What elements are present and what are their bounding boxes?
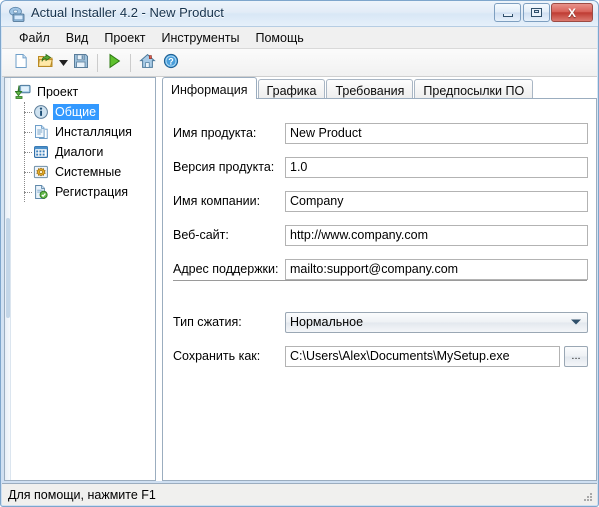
- resize-grip-icon[interactable]: [582, 491, 594, 503]
- save-project-icon: [73, 53, 89, 72]
- menu-bar: Файл Вид Проект Инструменты Помощь: [2, 27, 597, 49]
- tree-node-general-label: Общие: [53, 104, 100, 120]
- open-project-icon: [37, 53, 54, 72]
- menu-project[interactable]: Проект: [96, 28, 153, 48]
- product-version-input[interactable]: [285, 156, 588, 178]
- system-gear-icon: [33, 164, 49, 180]
- project-tree: Проект Общие Инсталляция Диалоги Системн…: [13, 82, 155, 202]
- build-run-button[interactable]: [102, 51, 126, 75]
- tree-node-system-label: Системные: [55, 165, 122, 179]
- field-row-product-version: Версия продукта:: [173, 156, 588, 178]
- application-window: Actual Installer 4.2 - New Product X Фай…: [0, 0, 599, 507]
- maximize-button[interactable]: [523, 3, 550, 22]
- new-project-icon: [13, 53, 29, 72]
- field-row-compression: Тип сжатия: Нормальное: [173, 311, 588, 333]
- close-icon: X: [567, 5, 576, 20]
- build-run-icon: [107, 53, 121, 72]
- toolbar-separator-2: [130, 53, 131, 72]
- title-bar: Actual Installer 4.2 - New Product X: [1, 1, 598, 27]
- tab-information[interactable]: Информация: [162, 77, 257, 99]
- field-row-support: Адрес поддержки:: [173, 258, 588, 280]
- product-version-label: Версия продукта:: [173, 160, 275, 174]
- status-text: Для помощи, нажмите F1: [8, 487, 156, 502]
- tree-node-system[interactable]: Системные: [13, 162, 155, 182]
- compression-select-value: Нормальное: [290, 315, 364, 329]
- document-icon: [33, 124, 49, 140]
- tree-scrollbar[interactable]: [5, 78, 11, 480]
- support-label: Адрес поддержки:: [173, 262, 279, 276]
- open-project-button[interactable]: [33, 51, 57, 75]
- installer-disc-icon: [8, 5, 26, 23]
- home-icon: [138, 53, 156, 72]
- support-input[interactable]: [285, 258, 588, 280]
- tree-node-installation[interactable]: Инсталляция: [13, 122, 155, 142]
- website-input[interactable]: [285, 224, 588, 246]
- company-name-input[interactable]: [285, 190, 588, 212]
- tree-node-project-label: Проект: [37, 85, 79, 99]
- tab-page-information: Имя продукта: Версия продукта: Имя компа…: [162, 98, 597, 481]
- product-name-label: Имя продукта:: [173, 126, 257, 140]
- field-row-website: Веб-сайт:: [173, 224, 588, 246]
- status-bar: Для помощи, нажмите F1: [2, 483, 597, 505]
- tab-prerequisites[interactable]: Предпосылки ПО: [414, 79, 534, 99]
- toolbar-separator-1: [97, 53, 98, 72]
- close-button[interactable]: X: [551, 3, 593, 22]
- tree-node-registration[interactable]: Регистрация: [13, 182, 155, 202]
- website-label: Веб-сайт:: [173, 228, 229, 242]
- tree-node-project[interactable]: Проект: [13, 82, 155, 102]
- compression-select[interactable]: Нормальное: [285, 311, 588, 333]
- save-project-button[interactable]: [69, 51, 93, 75]
- client-area: Проект Общие Инсталляция Диалоги Системн…: [4, 77, 597, 481]
- open-dropdown-arrow-icon[interactable]: [57, 51, 69, 75]
- home-button[interactable]: [135, 51, 159, 75]
- menu-file[interactable]: Файл: [11, 28, 58, 48]
- help-icon: ?: [163, 53, 179, 72]
- form-separator: [173, 280, 587, 281]
- minimize-button[interactable]: [494, 3, 521, 22]
- registration-icon: [33, 184, 49, 200]
- dialogs-grid-icon: [33, 144, 49, 160]
- compression-label: Тип сжатия:: [173, 315, 242, 329]
- window-title: Actual Installer 4.2 - New Product: [31, 5, 224, 20]
- tab-strip: Информация Графика Требования Предпосылк…: [162, 77, 597, 99]
- tree-scrollbar-thumb[interactable]: [6, 218, 10, 318]
- browse-button[interactable]: ...: [564, 345, 588, 367]
- toolbar: ?: [2, 49, 597, 77]
- product-name-input[interactable]: [285, 122, 588, 144]
- field-row-company-name: Имя компании:: [173, 190, 588, 212]
- tree-node-installation-label: Инсталляция: [55, 125, 132, 139]
- save-as-label: Сохранить как:: [173, 349, 261, 363]
- menu-tools[interactable]: Инструменты: [154, 28, 248, 48]
- menu-help[interactable]: Помощь: [248, 28, 312, 48]
- tree-node-registration-label: Регистрация: [55, 185, 129, 199]
- info-icon: [33, 104, 49, 120]
- details-panel: Информация Графика Требования Предпосылк…: [162, 77, 597, 481]
- chevron-down-icon: [571, 319, 581, 325]
- help-button[interactable]: ?: [159, 51, 183, 75]
- field-row-product-name: Имя продукта:: [173, 122, 588, 144]
- project-download-icon: [15, 84, 31, 100]
- save-as-input[interactable]: [285, 345, 560, 367]
- tree-node-general[interactable]: Общие: [13, 102, 155, 122]
- tree-node-dialogs-label: Диалоги: [55, 145, 104, 159]
- svg-text:?: ?: [168, 57, 174, 67]
- project-tree-panel: Проект Общие Инсталляция Диалоги Системн…: [4, 77, 156, 481]
- tab-requirements[interactable]: Требования: [326, 79, 414, 99]
- field-row-save-as: Сохранить как: ...: [173, 345, 588, 367]
- tab-graphics[interactable]: Графика: [257, 79, 326, 99]
- new-project-button[interactable]: [9, 51, 33, 75]
- menu-view[interactable]: Вид: [58, 28, 97, 48]
- company-name-label: Имя компании:: [173, 194, 261, 208]
- tree-node-dialogs[interactable]: Диалоги: [13, 142, 155, 162]
